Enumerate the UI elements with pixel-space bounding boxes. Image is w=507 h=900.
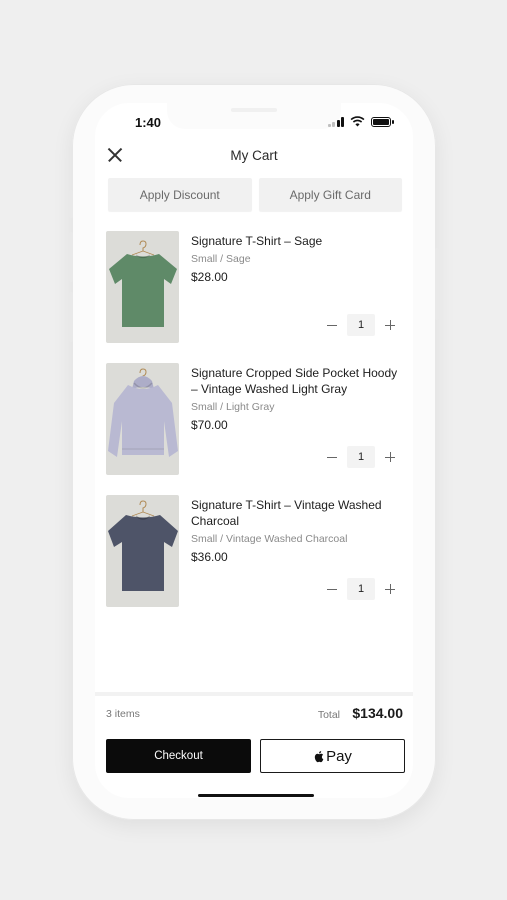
home-indicator bbox=[198, 794, 314, 797]
product-image[interactable] bbox=[106, 363, 179, 475]
quantity-stepper: 1 bbox=[326, 314, 396, 336]
phone-side-button bbox=[435, 248, 439, 320]
apple-logo-icon bbox=[314, 750, 324, 762]
product-price: $28.00 bbox=[191, 270, 228, 284]
product-image[interactable] bbox=[106, 495, 179, 607]
plus-icon[interactable] bbox=[384, 583, 396, 595]
phone-side-button bbox=[69, 190, 73, 218]
phone-notch bbox=[167, 103, 341, 129]
checkout-actions: Checkout Pay bbox=[106, 739, 405, 773]
apple-pay-button[interactable]: Pay bbox=[260, 739, 405, 773]
page-title: My Cart bbox=[230, 148, 278, 163]
phone-side-button bbox=[69, 232, 73, 282]
cart-item: Signature T-Shirt – Sage Small / Sage $2… bbox=[95, 221, 413, 353]
cart-actions: Apply Discount Apply Gift Card bbox=[108, 178, 402, 211]
quantity-stepper: 1 bbox=[326, 578, 396, 600]
product-variant: Small / Vintage Washed Charcoal bbox=[191, 533, 348, 545]
cart-items-list: Signature T-Shirt – Sage Small / Sage $2… bbox=[95, 221, 413, 617]
minus-icon[interactable] bbox=[326, 583, 338, 595]
cart-item: Signature Cropped Side Pocket Hoody – Vi… bbox=[95, 353, 413, 485]
battery-icon bbox=[371, 116, 394, 127]
product-variant: Small / Sage bbox=[191, 253, 251, 265]
quantity-value[interactable]: 1 bbox=[347, 578, 375, 600]
cart-summary: 3 items Total $134.00 bbox=[106, 704, 403, 724]
speaker bbox=[231, 108, 277, 112]
item-count: 3 items bbox=[106, 708, 140, 720]
quantity-value[interactable]: 1 bbox=[347, 446, 375, 468]
signal-icon bbox=[327, 116, 344, 127]
apple-pay-label: Pay bbox=[326, 747, 352, 765]
wifi-icon bbox=[350, 116, 365, 127]
cart-item: Signature T-Shirt – Vintage Washed Charc… bbox=[95, 485, 413, 617]
status-time: 1:40 bbox=[135, 115, 162, 130]
phone-side-button bbox=[69, 292, 73, 342]
apply-gift-card-button[interactable]: Apply Gift Card bbox=[258, 178, 402, 211]
product-image[interactable] bbox=[106, 231, 179, 343]
cart-header: My Cart bbox=[95, 143, 413, 169]
quantity-value[interactable]: 1 bbox=[347, 314, 375, 336]
minus-icon[interactable] bbox=[326, 319, 338, 331]
status-icons bbox=[327, 116, 394, 127]
product-name[interactable]: Signature T-Shirt – Vintage Washed Charc… bbox=[191, 497, 406, 529]
plus-icon[interactable] bbox=[384, 451, 396, 463]
checkout-button[interactable]: Checkout bbox=[106, 739, 251, 773]
product-price: $70.00 bbox=[191, 418, 228, 432]
plus-icon[interactable] bbox=[384, 319, 396, 331]
quantity-stepper: 1 bbox=[326, 446, 396, 468]
product-price: $36.00 bbox=[191, 550, 228, 564]
minus-icon[interactable] bbox=[326, 451, 338, 463]
apply-discount-button[interactable]: Apply Discount bbox=[108, 178, 252, 211]
product-name[interactable]: Signature T-Shirt – Sage bbox=[191, 233, 406, 249]
divider bbox=[95, 692, 413, 696]
product-name[interactable]: Signature Cropped Side Pocket Hoody – Vi… bbox=[191, 365, 406, 397]
total-value: $134.00 bbox=[352, 705, 403, 721]
product-variant: Small / Light Gray bbox=[191, 401, 275, 413]
app-screen: 1:40 My Cart Apply Discount Apply Gift C… bbox=[95, 103, 413, 798]
total-label: Total bbox=[317, 709, 340, 721]
